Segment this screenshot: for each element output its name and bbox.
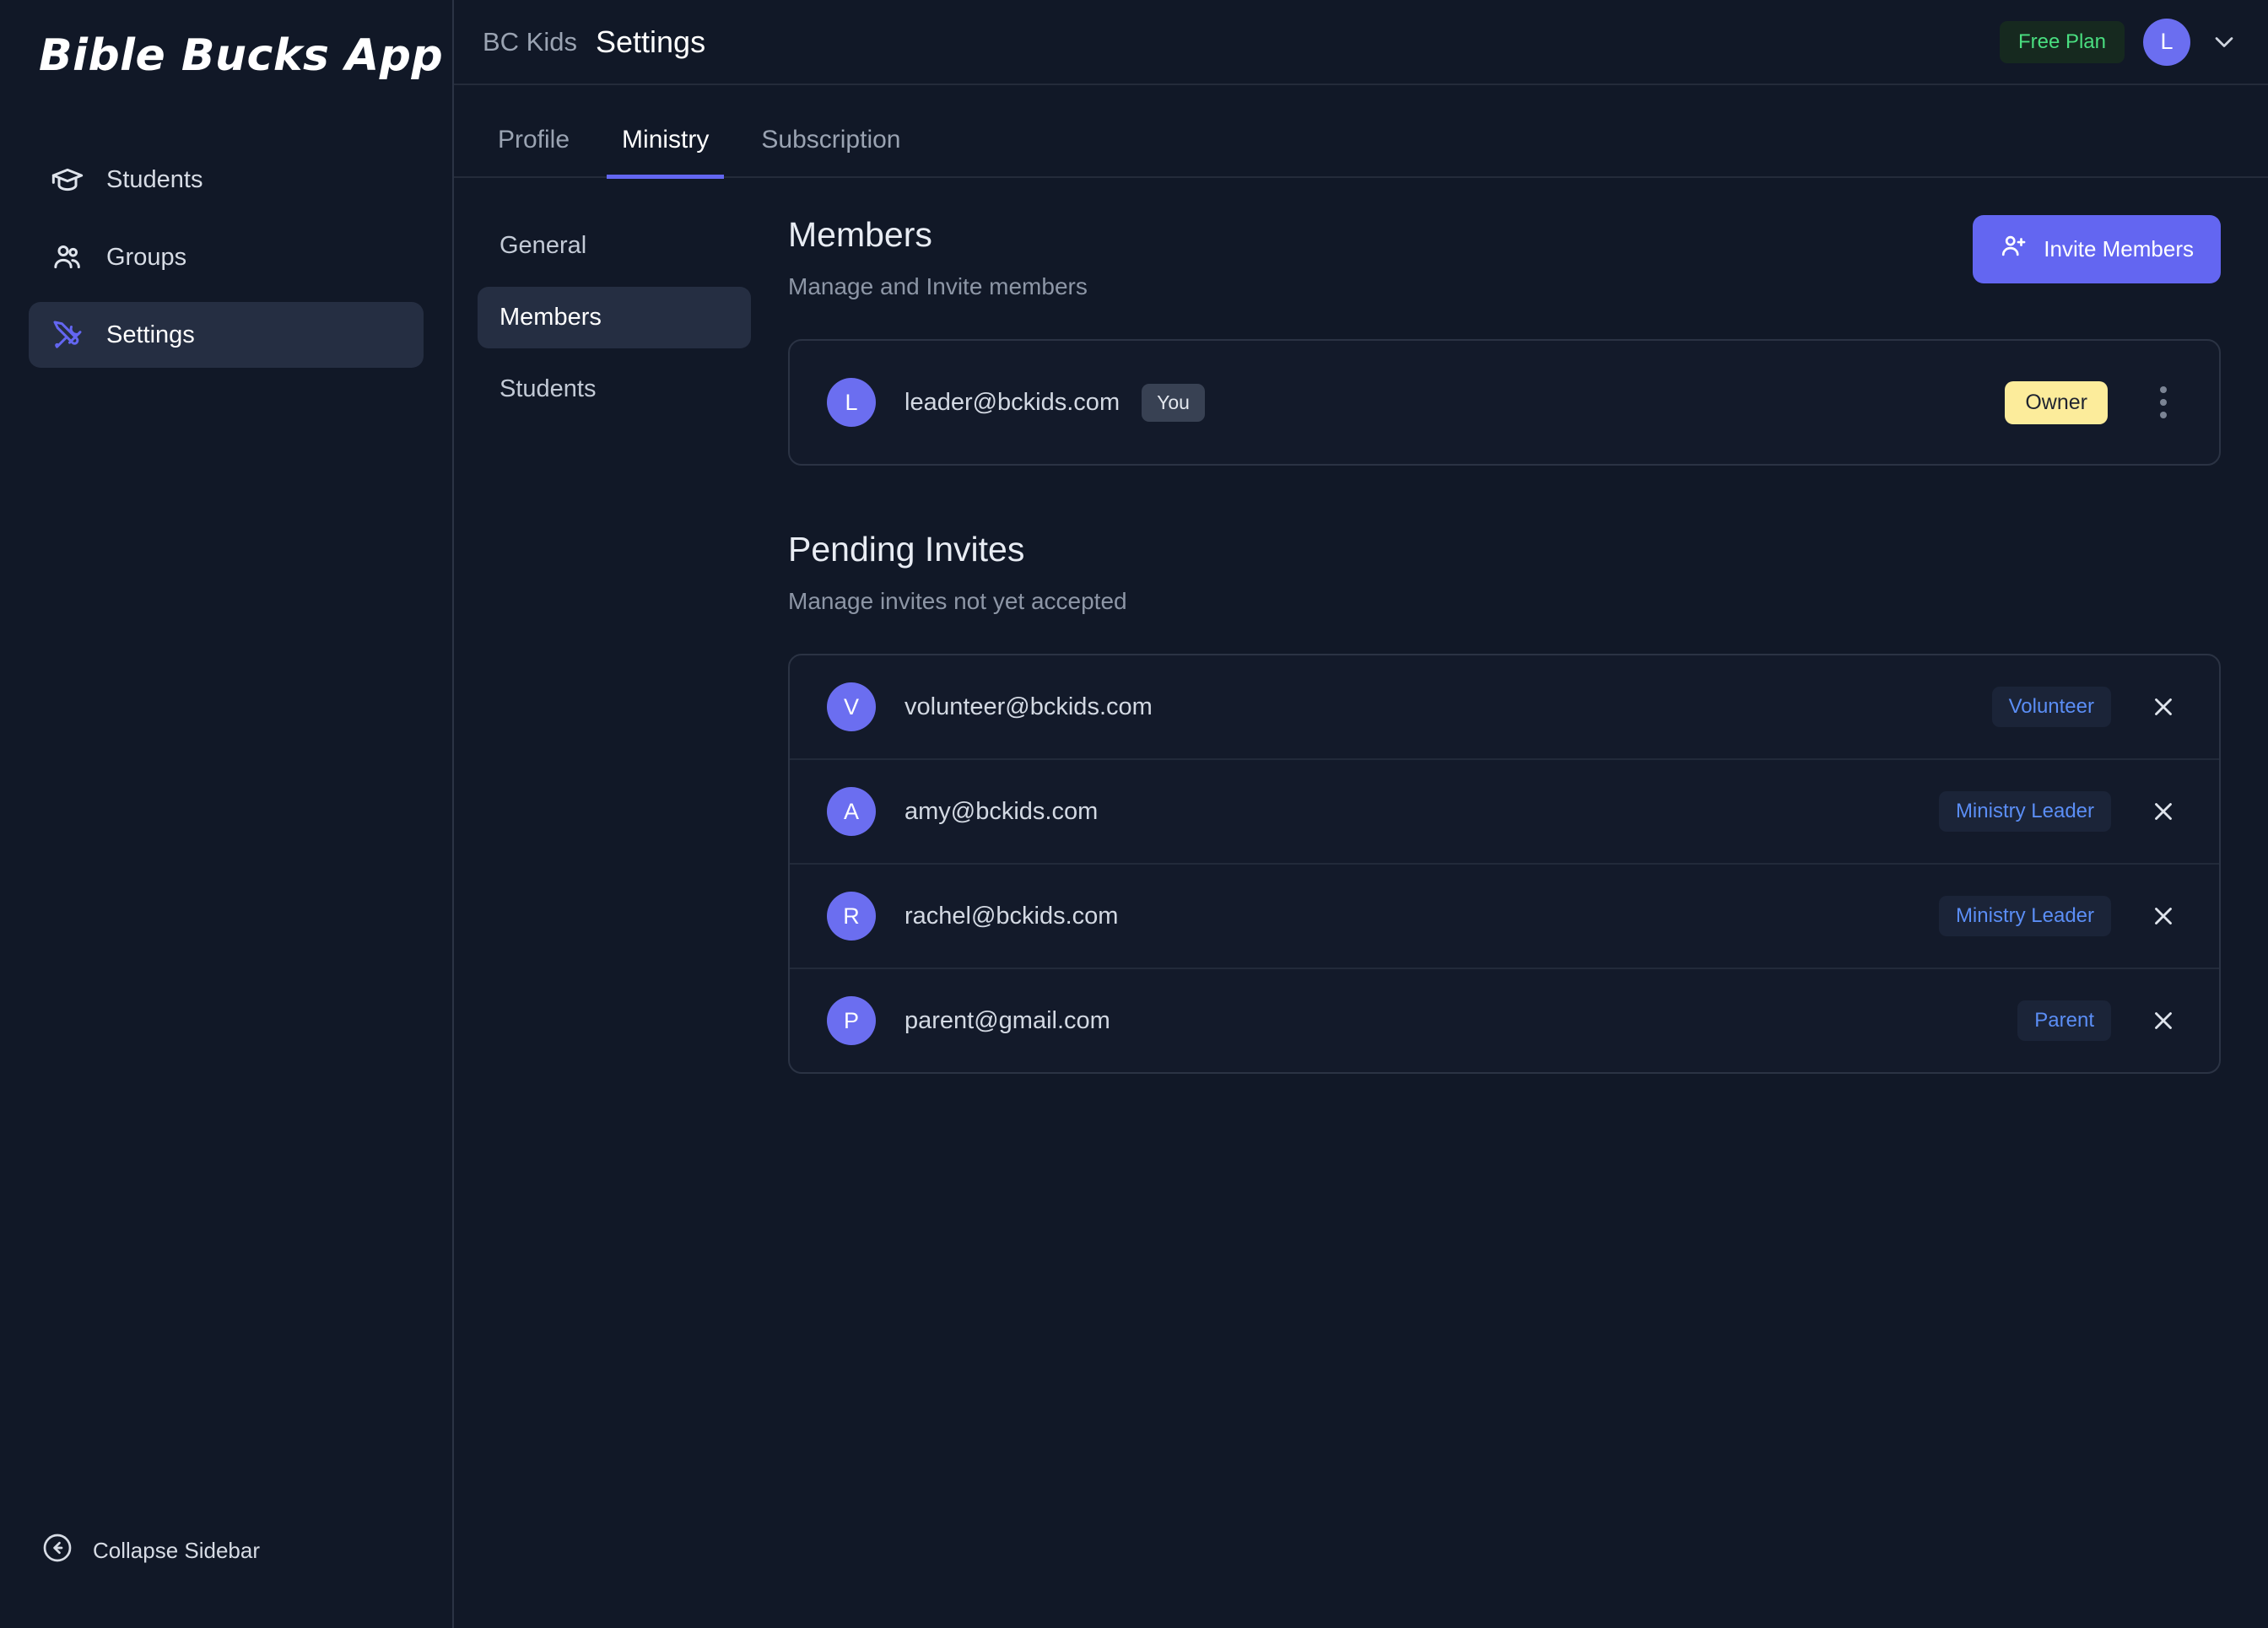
role-badge: Ministry Leader [1939, 896, 2111, 936]
sidebar-item-label: Students [106, 166, 202, 194]
collapse-sidebar-label: Collapse Sidebar [93, 1538, 260, 1564]
sidebar-item-label: Settings [106, 321, 195, 349]
role-badge: Volunteer [1992, 687, 2111, 727]
app-root: Bible Bucks App Students Groups [0, 0, 2268, 1628]
invite-email: amy@bckids.com [904, 798, 1098, 826]
sidebar-item-settings[interactable]: Settings [29, 302, 424, 368]
subnav-item-members[interactable]: Members [478, 287, 751, 348]
sidebar-item-groups[interactable]: Groups [29, 224, 424, 290]
sidebar: Bible Bucks App Students Groups [0, 0, 454, 1628]
list-item: P parent@gmail.com Parent [790, 969, 2219, 1072]
invite-members-label: Invite Members [2044, 236, 2194, 262]
topbar-right-group: Free Plan L [2000, 19, 2239, 66]
list-item: V volunteer@bckids.com Volunteer [790, 655, 2219, 760]
graduation-cap-icon [51, 163, 84, 197]
kebab-menu-icon[interactable] [2145, 382, 2182, 423]
sidebar-nav: Students Groups [0, 147, 452, 368]
tab-subscription[interactable]: Subscription [746, 126, 915, 179]
main-content: BC Kids Settings Free Plan L Profile Min… [454, 0, 2268, 1628]
members-panel: Members Manage and Invite members Invite… [775, 215, 2268, 1628]
pending-title: Pending Invites [788, 530, 2221, 569]
list-item: R rachel@bckids.com Ministry Leader [790, 865, 2219, 969]
app-brand-title: Bible Bucks App [0, 0, 452, 81]
you-badge: You [1142, 384, 1205, 422]
content-area: General Members Students Members Manage … [454, 178, 2268, 1628]
avatar: V [827, 682, 876, 731]
tab-profile[interactable]: Profile [483, 126, 585, 179]
avatar: L [827, 378, 876, 427]
role-badge: Ministry Leader [1939, 791, 2111, 832]
role-badge: Parent [2017, 1000, 2111, 1041]
collapse-sidebar-button[interactable]: Collapse Sidebar [40, 1531, 260, 1571]
page-title: Settings [596, 24, 705, 60]
user-plus-icon [2000, 232, 2028, 267]
avatar: P [827, 996, 876, 1045]
sidebar-item-label: Groups [106, 244, 186, 272]
invite-email: parent@gmail.com [904, 1007, 1110, 1035]
arrow-left-circle-icon [40, 1531, 74, 1571]
avatar: A [827, 787, 876, 836]
tabs-bar: Profile Ministry Subscription [454, 85, 2268, 178]
pending-section-header: Pending Invites Manage invites not yet a… [788, 530, 2221, 615]
close-icon[interactable] [2145, 793, 2182, 830]
members-subtitle: Manage and Invite members [788, 273, 1088, 300]
subnav-item-students[interactable]: Students [478, 358, 751, 420]
pending-subtitle: Manage invites not yet accepted [788, 588, 2221, 615]
invite-members-button[interactable]: Invite Members [1973, 215, 2221, 283]
invite-email: volunteer@bckids.com [904, 693, 1153, 721]
close-icon[interactable] [2145, 898, 2182, 935]
avatar: R [827, 892, 876, 941]
list-item: A amy@bckids.com Ministry Leader [790, 760, 2219, 865]
sidebar-item-students[interactable]: Students [29, 147, 424, 213]
pending-invites-card: V volunteer@bckids.com Volunteer A amy@b… [788, 654, 2221, 1074]
status-badge: Owner [2005, 381, 2108, 424]
members-section-header: Members Manage and Invite members Invite… [788, 215, 2221, 300]
member-email: leader@bckids.com [904, 389, 1120, 417]
plan-badge[interactable]: Free Plan [2000, 21, 2125, 63]
members-title: Members [788, 215, 1088, 255]
table-row: L leader@bckids.com You Owner [790, 341, 2219, 464]
topbar: BC Kids Settings Free Plan L [454, 0, 2268, 85]
chevron-down-icon[interactable] [2209, 27, 2239, 57]
members-card: L leader@bckids.com You Owner [788, 339, 2221, 466]
breadcrumb-root[interactable]: BC Kids [483, 27, 577, 57]
tab-ministry[interactable]: Ministry [607, 126, 724, 179]
users-icon [51, 240, 84, 274]
invite-email: rachel@bckids.com [904, 903, 1118, 930]
settings-subnav: General Members Students [454, 215, 775, 1628]
tools-icon [51, 318, 84, 352]
close-icon[interactable] [2145, 1002, 2182, 1039]
subnav-item-general[interactable]: General [478, 215, 751, 277]
avatar[interactable]: L [2143, 19, 2190, 66]
close-icon[interactable] [2145, 688, 2182, 725]
